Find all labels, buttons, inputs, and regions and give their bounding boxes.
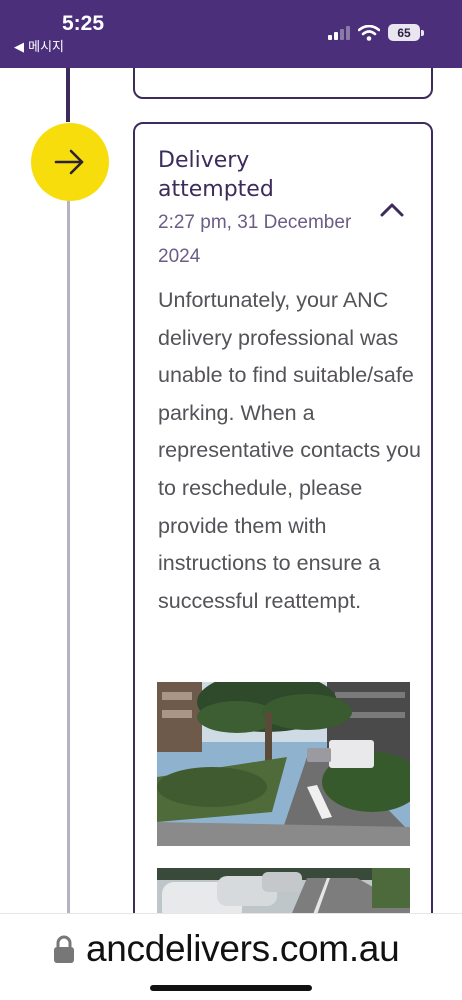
event-timestamp: 2:27 pm, 31 December 2024 bbox=[158, 212, 352, 267]
status-bar: 5:25 ◀ 메시지 65 bbox=[0, 0, 462, 68]
timeline-line-completed bbox=[66, 68, 70, 122]
event-title: Delivery attempted bbox=[158, 148, 274, 202]
delivery-photo[interactable] bbox=[157, 682, 410, 846]
url-display[interactable]: ancdelivers.com.au bbox=[54, 928, 400, 970]
browser-url-bar[interactable]: ancdelivers.com.au bbox=[0, 913, 462, 1000]
lock-icon bbox=[54, 935, 74, 963]
url-text[interactable]: ancdelivers.com.au bbox=[86, 928, 400, 970]
status-time: 5:25 bbox=[62, 12, 105, 35]
tracking-timeline: Delivery attempted 2:27 pm, 31 December … bbox=[0, 68, 462, 913]
arrow-right-icon bbox=[54, 149, 84, 175]
event-card: Delivery attempted 2:27 pm, 31 December … bbox=[133, 122, 433, 913]
chevron-up-icon[interactable] bbox=[379, 200, 405, 220]
signal-icon bbox=[328, 25, 350, 40]
event-status-badge bbox=[31, 123, 109, 201]
wifi-icon bbox=[358, 24, 380, 41]
previous-event-card[interactable] bbox=[133, 68, 433, 99]
battery-icon: 65 bbox=[388, 24, 420, 41]
delivery-photo[interactable] bbox=[157, 868, 410, 913]
event-description: Unfortunately, your ANC delivery profess… bbox=[158, 288, 421, 613]
back-to-app-link[interactable]: ◀ 메시지 bbox=[14, 36, 64, 55]
home-indicator[interactable] bbox=[150, 985, 312, 991]
timeline-line-pending bbox=[67, 198, 70, 913]
status-icons: 65 bbox=[328, 24, 424, 41]
